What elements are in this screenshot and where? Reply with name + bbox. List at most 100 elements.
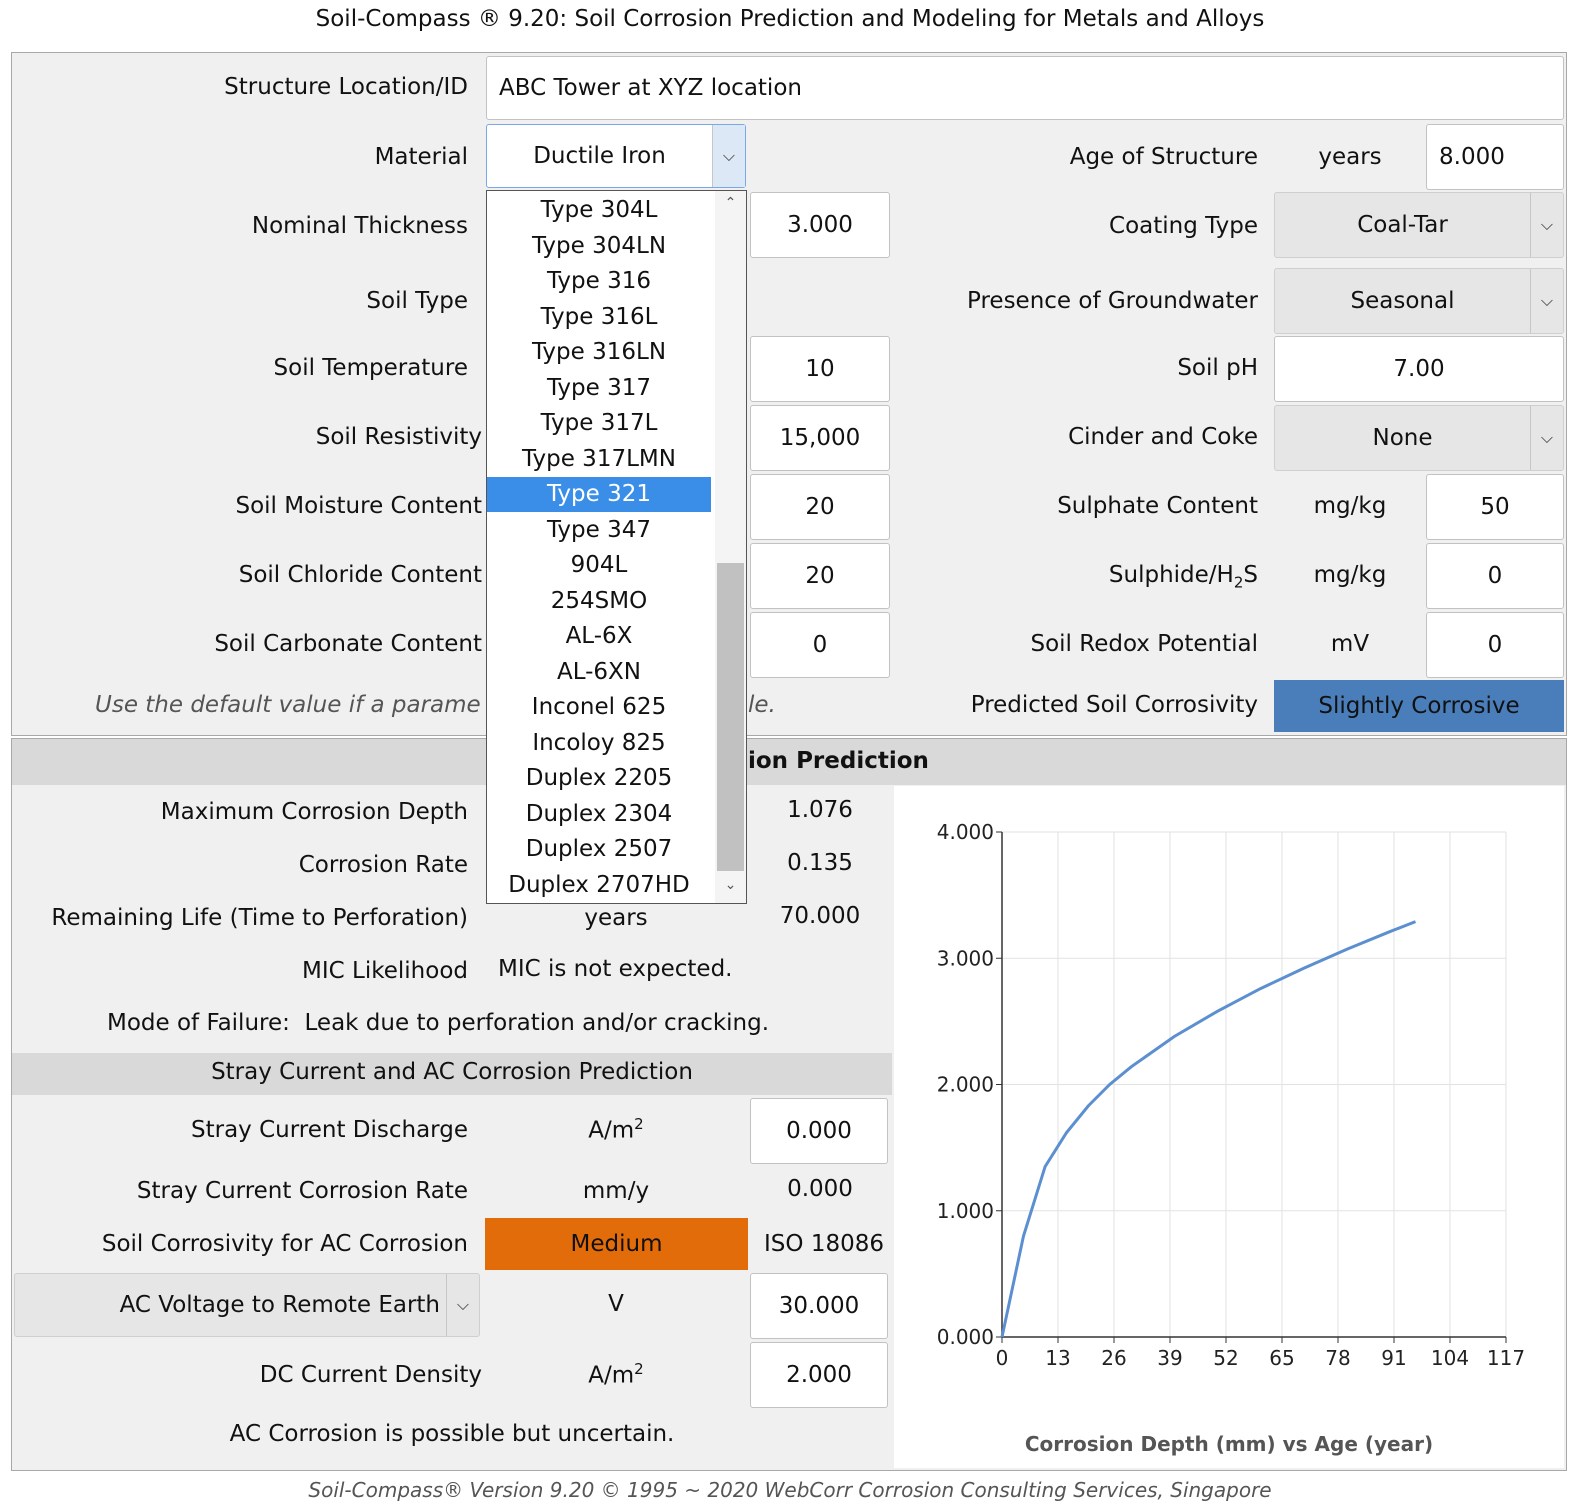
failure-line: Mode of Failure: Leak due to perforation… [107,1010,769,1036]
material-option[interactable]: Duplex 2304 [487,797,711,832]
material-option[interactable]: Type 317L [487,406,711,441]
material-option[interactable]: Duplex 2507 [487,832,711,867]
cinder-label: Cinder and Coke [1068,424,1258,450]
material-option[interactable]: AL-6X [487,619,711,654]
standard-label: ISO 18086 [764,1231,884,1257]
redox-value: 0 [1487,632,1503,658]
x-tick-label: 117 [1487,1346,1525,1370]
ac-voltage-input[interactable]: 30.000 [750,1273,888,1339]
chevron-down-icon[interactable]: ⌵ [1530,406,1563,470]
life-label: Remaining Life (Time to Perforation) [51,905,468,931]
chevron-down-icon[interactable]: ⌵ [1530,269,1563,333]
y-tick-label: 2.000 [937,1073,994,1097]
material-option[interactable]: Duplex 2707HD [487,868,711,903]
sulphide-unit: mg/kg [1313,562,1387,588]
sulphate-input[interactable]: 50 [1426,474,1564,540]
mic-label: MIC Likelihood [302,958,468,984]
hint-text-left: Use the default value if a parame [95,692,481,718]
sulphate-label: Sulphate Content [1057,493,1258,519]
material-option[interactable]: Incoloy 825 [487,726,711,761]
material-option[interactable]: Type 316L [487,300,711,335]
soil-resistivity-input[interactable]: 15,000 [750,405,890,471]
ph-value: 7.00 [1393,356,1445,382]
coating-label: Coating Type [1109,213,1258,239]
life-value: 70.000 [779,903,861,929]
discharge-label: Stray Current Discharge [191,1117,468,1143]
ph-label: Soil pH [1177,355,1258,381]
discharge-unit: A/m2 [588,1115,644,1144]
sulphate-unit: mg/kg [1313,493,1387,519]
dc-density-unit: A/m2 [588,1360,644,1389]
material-option[interactable]: Duplex 2205 [487,761,711,796]
material-option[interactable]: Inconel 625 [487,690,711,725]
y-tick-label: 4.000 [937,820,994,844]
material-option[interactable]: Type 316LN [487,335,711,370]
soil-carbonate-value: 0 [812,632,828,658]
x-tick-label: 91 [1381,1346,1406,1370]
max-depth-label: Maximum Corrosion Depth [160,799,468,825]
groundwater-value: Seasonal [1350,288,1455,314]
y-tick-label: 1.000 [937,1199,994,1223]
corrosivity-label: Predicted Soil Corrosivity [970,692,1258,718]
material-select[interactable]: Ductile Iron ⌵ [486,124,746,188]
material-option[interactable]: Type 317LMN [487,442,711,477]
sulphide-input[interactable]: 0 [1426,543,1564,609]
stray-rate-unit: mm/y [582,1178,650,1204]
corrosion-depth-chart: 0 13 26 39 52 65 78 91 104 117 0.000 1.000 2.000 3.00… [937,820,1525,1370]
sulphate-value: 50 [1480,494,1510,520]
scroll-up-icon[interactable]: ⌃ [715,195,746,211]
structure-input[interactable]: ABC Tower at XYZ location [486,56,1564,120]
app-title: Soil-Compass ® 9.20: Soil Corrosion Pred… [315,6,1265,32]
scroll-down-icon[interactable]: ⌄ [715,877,746,893]
material-option[interactable]: Type 316 [487,264,711,299]
max-depth-value: 1.076 [787,797,853,823]
material-option[interactable]: Type 321 [487,477,711,512]
coating-select[interactable]: Coal-Tar ⌵ [1274,192,1564,258]
footer: Soil-Compass® Version 9.20 © 1995 ~ 2020… [308,1478,1272,1502]
groundwater-select[interactable]: Seasonal ⌵ [1274,268,1564,334]
age-input[interactable]: 8.000 [1426,124,1564,190]
soil-moisture-input[interactable]: 20 [750,474,890,540]
soil-temp-input[interactable]: 10 [750,336,890,402]
material-option[interactable]: AL-6XN [487,655,711,690]
age-value: 8.000 [1439,144,1505,170]
dropdown-scrollbar[interactable]: ⌃ ⌄ [715,191,746,903]
rate-value: 0.135 [787,850,853,876]
material-label: Material [374,144,468,170]
age-label: Age of Structure [1069,144,1258,170]
chevron-down-icon[interactable]: ⌵ [446,1274,479,1336]
chevron-down-icon[interactable]: ⌵ [1530,193,1563,257]
material-option[interactable]: Type 317 [487,371,711,406]
material-option[interactable]: Type 304L [487,193,711,228]
material-option[interactable]: 254SMO [487,584,711,619]
chart-area: 0 13 26 39 52 65 78 91 104 117 0.000 1.000 2.000 3.00… [894,786,1564,1468]
sulphide-value: 0 [1487,563,1503,589]
discharge-input[interactable]: 0.000 [750,1098,888,1164]
soil-chloride-input[interactable]: 20 [750,543,890,609]
soil-temp-value: 10 [805,356,835,382]
x-tick-label: 65 [1269,1346,1294,1370]
corrosivity-badge: Slightly Corrosive [1274,680,1564,732]
material-dropdown-list[interactable]: Type 304L Type 304LN Type 316 Type 316L Type… [486,190,747,904]
x-tick-label: 0 [996,1346,1009,1370]
structure-value: ABC Tower at XYZ location [499,75,802,101]
material-option[interactable]: 904L [487,548,711,583]
chevron-down-icon[interactable]: ⌵ [712,125,745,187]
ph-input[interactable]: 7.00 [1274,336,1564,402]
redox-input[interactable]: 0 [1426,612,1564,678]
ac-voltage-select[interactable]: AC Voltage to Remote Earth ⌵ [14,1273,480,1337]
x-tick-label: 13 [1045,1346,1070,1370]
material-option[interactable]: Type 304LN [487,229,711,264]
x-tick-label: 52 [1213,1346,1238,1370]
dc-density-input[interactable]: 2.000 [750,1342,888,1408]
ac-corrosivity-label: Soil Corrosivity for AC Corrosion [101,1231,468,1257]
y-tick-label: 0.000 [937,1325,994,1349]
soil-temp-label: Soil Temperature [273,355,468,381]
material-option[interactable]: Type 347 [487,513,711,548]
ac-voltage-value: 30.000 [778,1293,860,1319]
scrollbar-thumb[interactable] [717,563,744,871]
thickness-input[interactable]: 3.000 [750,192,890,258]
soil-carbonate-input[interactable]: 0 [750,612,890,678]
redox-label: Soil Redox Potential [1030,631,1258,657]
cinder-select[interactable]: None ⌵ [1274,405,1564,471]
